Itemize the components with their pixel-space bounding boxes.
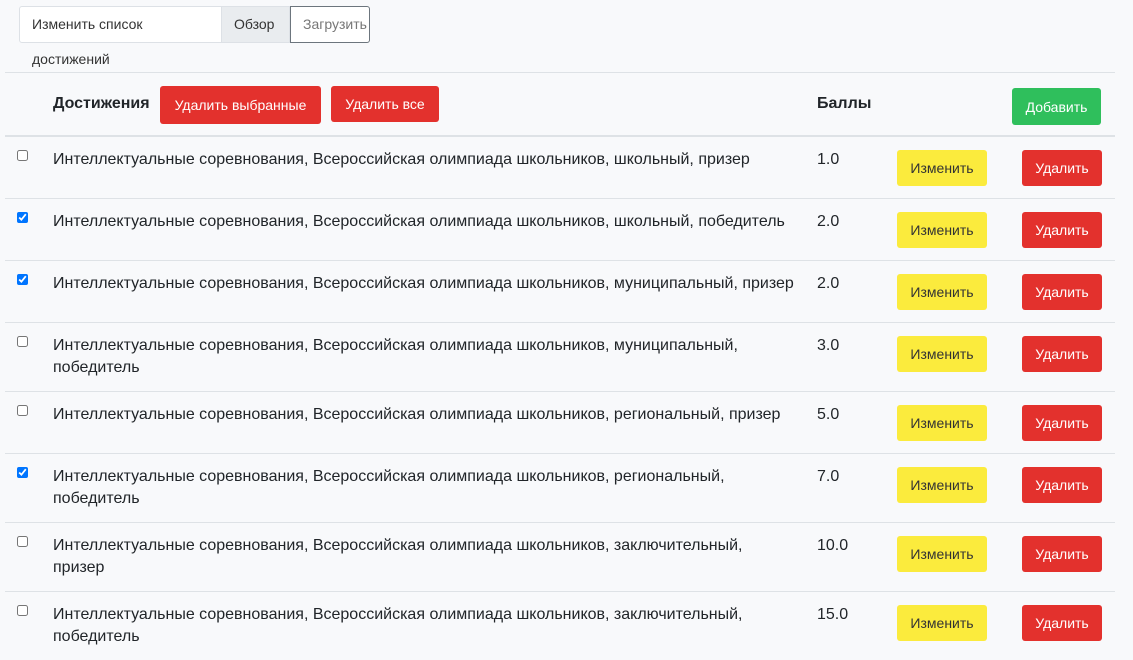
table-row: Интеллектуальные соревнования, Всероссий… xyxy=(5,323,1115,392)
delete-button[interactable]: Удалить xyxy=(1022,150,1102,186)
edit-button[interactable]: Изменить xyxy=(897,405,987,441)
achievement-name: Интеллектуальные соревнования, Всероссий… xyxy=(53,537,743,576)
table-row: Интеллектуальные соревнования, Всероссий… xyxy=(5,261,1115,323)
row-checkbox[interactable] xyxy=(17,536,28,547)
table-header: Достижения Удалить выбранные Удалить все… xyxy=(5,73,1115,137)
table-row: Интеллектуальные соревнования, Всероссий… xyxy=(5,592,1115,660)
achievements-table: Достижения Удалить выбранные Удалить все… xyxy=(5,72,1115,660)
tab-overview[interactable]: Обзор xyxy=(222,6,290,43)
tab-upload[interactable]: Загрузить xyxy=(290,6,370,43)
achievement-score: 7.0 xyxy=(817,468,840,485)
delete-selected-button[interactable]: Удалить выбранные xyxy=(160,86,321,124)
achievement-score: 10.0 xyxy=(817,537,849,554)
row-checkbox[interactable] xyxy=(17,605,28,616)
add-button[interactable]: Добавить xyxy=(1012,88,1101,125)
edit-button[interactable]: Изменить xyxy=(897,274,987,310)
achievement-score: 2.0 xyxy=(817,275,840,292)
row-checkbox[interactable] xyxy=(17,274,28,285)
achievement-score: 15.0 xyxy=(817,606,849,623)
achievement-name: Интеллектуальные соревнования, Всероссий… xyxy=(53,606,743,645)
achievement-name: Интеллектуальные соревнования, Всероссий… xyxy=(53,406,781,423)
achievement-name: Интеллектуальные соревнования, Всероссий… xyxy=(53,213,785,230)
delete-button[interactable]: Удалить xyxy=(1022,405,1102,441)
delete-button[interactable]: Удалить xyxy=(1022,212,1102,248)
edit-button[interactable]: Изменить xyxy=(897,336,987,372)
achievement-score: 3.0 xyxy=(817,337,840,354)
tab-edit-achievements-list[interactable]: Изменить список достижений xyxy=(19,6,222,67)
table-row: Интеллектуальные соревнования, Всероссий… xyxy=(5,199,1115,261)
delete-button[interactable]: Удалить xyxy=(1022,467,1102,503)
score-column-header: Баллы xyxy=(817,95,872,112)
table-row: Интеллектуальные соревнования, Всероссий… xyxy=(5,137,1115,199)
achievement-score: 2.0 xyxy=(817,213,840,230)
delete-button[interactable]: Удалить xyxy=(1022,336,1102,372)
edit-button[interactable]: Изменить xyxy=(897,212,987,248)
achievement-score: 1.0 xyxy=(817,151,840,168)
row-checkbox[interactable] xyxy=(17,336,28,347)
achievement-score: 5.0 xyxy=(817,406,840,423)
tab-bar: Изменить список достижений Обзор Загрузи… xyxy=(19,6,370,67)
row-checkbox[interactable] xyxy=(17,212,28,223)
edit-button[interactable]: Изменить xyxy=(897,467,987,503)
delete-button[interactable]: Удалить xyxy=(1022,274,1102,310)
achievement-name: Интеллектуальные соревнования, Всероссий… xyxy=(53,151,750,168)
delete-button[interactable]: Удалить xyxy=(1022,605,1102,641)
row-checkbox[interactable] xyxy=(17,150,28,161)
table-row: Интеллектуальные соревнования, Всероссий… xyxy=(5,523,1115,592)
table-row: Интеллектуальные соревнования, Всероссий… xyxy=(5,392,1115,454)
row-checkbox[interactable] xyxy=(17,467,28,478)
achievement-name: Интеллектуальные соревнования, Всероссий… xyxy=(53,275,794,292)
row-checkbox[interactable] xyxy=(17,405,28,416)
achievement-name: Интеллектуальные соревнования, Всероссий… xyxy=(53,337,738,376)
achievements-column-header: Достижения xyxy=(53,95,150,112)
achievement-name: Интеллектуальные соревнования, Всероссий… xyxy=(53,468,725,507)
table-row: Интеллектуальные соревнования, Всероссий… xyxy=(5,454,1115,523)
delete-button[interactable]: Удалить xyxy=(1022,536,1102,572)
edit-button[interactable]: Изменить xyxy=(897,150,987,186)
edit-button[interactable]: Изменить xyxy=(897,536,987,572)
edit-button[interactable]: Изменить xyxy=(897,605,987,641)
delete-all-button[interactable]: Удалить все xyxy=(331,86,439,122)
